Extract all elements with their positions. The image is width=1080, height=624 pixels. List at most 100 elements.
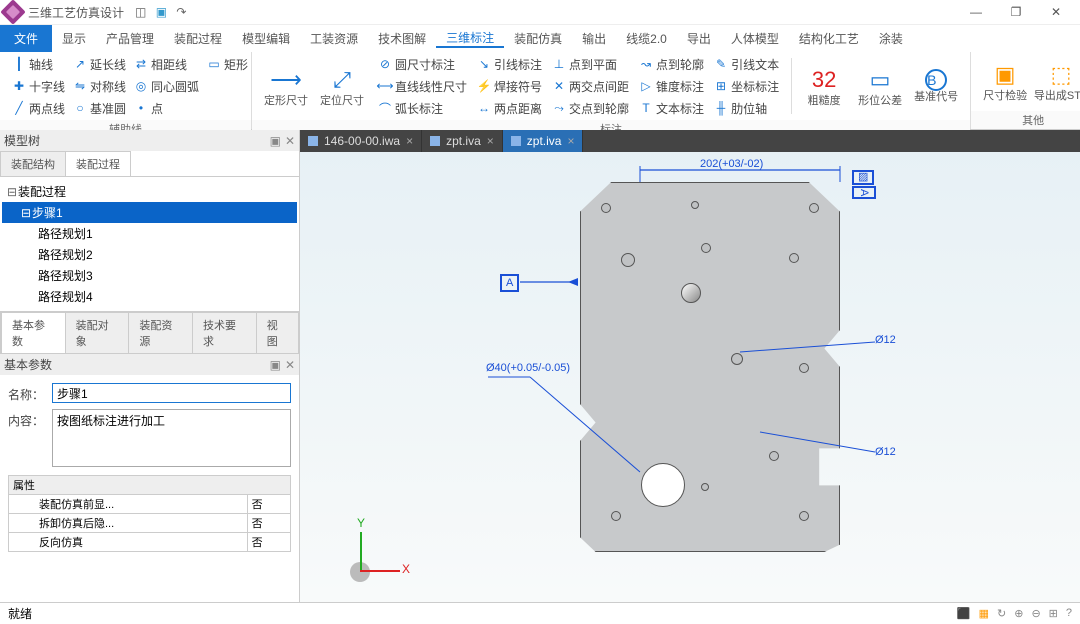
- sidebar: 模型树 ▣✕ 装配结构 装配过程 ⊟装配过程 ⊟步骤1 路径规划1 路径规划2 …: [0, 130, 300, 602]
- quick-access[interactable]: ◫ ▣ ↷: [132, 5, 189, 19]
- big-roughness[interactable]: 32粗糙度: [796, 65, 852, 107]
- close-tab-icon[interactable]: ×: [487, 134, 494, 148]
- menu-item-active[interactable]: 三维标注: [436, 29, 504, 48]
- aux-rect[interactable]: ▭矩形: [207, 54, 248, 74]
- status-icon[interactable]: ?: [1066, 607, 1072, 620]
- anno-leadertext[interactable]: ✎引线文本: [714, 54, 779, 74]
- anno-intercontour[interactable]: ⤳交点到轮廓: [552, 98, 629, 118]
- anno-taper[interactable]: ▷锥度标注: [639, 76, 704, 96]
- menu-item[interactable]: 模型编辑: [232, 30, 300, 47]
- big-export-stp[interactable]: ⬚导出成STP: [1033, 60, 1080, 102]
- chart-icon[interactable]: ◫: [135, 5, 146, 19]
- menu-item[interactable]: 导出: [677, 30, 721, 47]
- model-tree[interactable]: ⊟装配过程 ⊟步骤1 路径规划1 路径规划2 路径规划3 路径规划4: [0, 177, 299, 311]
- aux-symmetry[interactable]: ⇋对称线: [73, 76, 126, 96]
- menu-item[interactable]: 产品管理: [96, 30, 164, 47]
- datum-left: A: [500, 274, 519, 292]
- anno-text[interactable]: T文本标注: [639, 98, 704, 118]
- aux-extend[interactable]: ↗延长线: [73, 54, 126, 74]
- datum-right: A: [852, 186, 876, 199]
- part-plate[interactable]: [580, 182, 840, 552]
- big-tolerance[interactable]: ▭形位公差: [852, 65, 908, 107]
- redo-icon[interactable]: ↷: [176, 5, 186, 19]
- window-close[interactable]: ✕: [1036, 0, 1076, 24]
- tree-path[interactable]: 路径规划2: [38, 246, 93, 263]
- aux-basecircle[interactable]: ○基准圆: [73, 98, 126, 118]
- status-icon[interactable]: ⬛: [957, 607, 971, 620]
- status-icons[interactable]: ⬛ ▦ ↻ ⊕ ⊖ ⊞ ?: [957, 607, 1072, 620]
- app-logo: [0, 0, 25, 25]
- anno-leader[interactable]: ↘引线标注: [477, 54, 542, 74]
- aux-axis[interactable]: ┃轴线: [12, 54, 65, 74]
- status-icon[interactable]: ⊞: [1049, 607, 1058, 620]
- viewport[interactable]: 146-00-00.iwa× zpt.iva× zpt.iva×: [300, 130, 1080, 602]
- close-panel-icon[interactable]: ✕: [285, 134, 295, 148]
- aux-twopoint[interactable]: ╱两点线: [12, 98, 65, 118]
- big-form-dim[interactable]: ⟶定形尺寸: [258, 65, 314, 107]
- tree-step[interactable]: 步骤1: [32, 204, 63, 221]
- aux-cross[interactable]: ✚十字线: [12, 76, 65, 96]
- doctab-active[interactable]: zpt.iva×: [503, 130, 584, 152]
- anno-circle[interactable]: ⊘圆尺寸标注: [378, 54, 467, 74]
- big-locate-dim[interactable]: ⤢定位尺寸: [314, 65, 370, 107]
- doctab[interactable]: 146-00-00.iwa×: [300, 130, 422, 152]
- app-title: 三维工艺仿真设计: [28, 4, 124, 21]
- label-content: 内容：: [8, 409, 52, 429]
- menu-item[interactable]: 装配仿真: [504, 30, 572, 47]
- anno-ptcontour[interactable]: ↝点到轮廓: [639, 54, 704, 74]
- status-icon[interactable]: ▦: [979, 607, 989, 620]
- pin-icon[interactable]: ▣: [270, 134, 281, 148]
- pin-icon[interactable]: ▣: [270, 358, 281, 372]
- big-datum[interactable]: B基准代号: [908, 69, 964, 103]
- anno-arc[interactable]: ⌒弧长标注: [378, 98, 467, 118]
- status-icon[interactable]: ⊖: [1031, 607, 1040, 620]
- menu-item[interactable]: 显示: [52, 30, 96, 47]
- tab-tech-req[interactable]: 技术要求: [192, 312, 257, 353]
- menu-file[interactable]: 文件: [0, 25, 52, 52]
- menu-item[interactable]: 人体模型: [721, 30, 789, 47]
- dim-phi40: Ø40(+0.05/-0.05): [486, 362, 570, 374]
- tab-assembly-obj[interactable]: 装配对象: [65, 312, 130, 353]
- status-icon[interactable]: ↻: [997, 607, 1006, 620]
- cube-icon: [308, 136, 318, 146]
- menu-item[interactable]: 工装资源: [300, 30, 368, 47]
- window-minimize[interactable]: —: [956, 0, 996, 24]
- menu-item[interactable]: 输出: [572, 30, 616, 47]
- save-icon[interactable]: ▣: [156, 5, 167, 19]
- anno-rib[interactable]: ╫肋位轴: [714, 98, 779, 118]
- menu-item[interactable]: 涂装: [869, 30, 913, 47]
- close-panel-icon[interactable]: ✕: [285, 358, 295, 372]
- anno-twointersect[interactable]: ✕两交点间距: [552, 76, 629, 96]
- menu-item[interactable]: 装配过程: [164, 30, 232, 47]
- anno-linear[interactable]: ⟷直线线性尺寸: [378, 76, 467, 96]
- menu-item[interactable]: 结构化工艺: [789, 30, 869, 47]
- tree-root[interactable]: 装配过程: [18, 183, 66, 200]
- tab-view[interactable]: 视图: [256, 312, 299, 353]
- tree-path[interactable]: 路径规划3: [38, 267, 93, 284]
- panel-model-tree: 模型树 ▣✕: [0, 130, 299, 151]
- tree-path[interactable]: 路径规划1: [38, 225, 93, 242]
- tab-basic-param[interactable]: 基本参数: [1, 312, 66, 353]
- close-tab-icon[interactable]: ×: [567, 134, 574, 148]
- doctab[interactable]: zpt.iva×: [422, 130, 503, 152]
- textarea-content[interactable]: [52, 409, 291, 467]
- close-tab-icon[interactable]: ×: [406, 134, 413, 148]
- input-name[interactable]: [52, 383, 291, 403]
- big-inspect[interactable]: ▣尺寸检验: [977, 60, 1033, 102]
- aux-concentric[interactable]: ◎同心圆弧: [134, 76, 199, 96]
- menu-item[interactable]: 技术图解: [368, 30, 436, 47]
- label-name: 名称：: [8, 383, 52, 403]
- aux-point[interactable]: •点: [134, 98, 199, 118]
- window-maximize[interactable]: ❐: [996, 0, 1036, 24]
- tab-assembly-structure[interactable]: 装配结构: [0, 151, 66, 176]
- anno-coord[interactable]: ⊞坐标标注: [714, 76, 779, 96]
- anno-pttoplane[interactable]: ⊥点到平面: [552, 54, 629, 74]
- tab-assembly-res[interactable]: 装配资源: [128, 312, 193, 353]
- tab-assembly-process[interactable]: 装配过程: [65, 151, 131, 176]
- anno-weld[interactable]: ⚡焊接符号: [477, 76, 542, 96]
- aux-distance[interactable]: ⇄相距线: [134, 54, 199, 74]
- menu-item[interactable]: 线缆2.0: [616, 30, 677, 47]
- status-icon[interactable]: ⊕: [1014, 607, 1023, 620]
- tree-path[interactable]: 路径规划4: [38, 288, 93, 305]
- anno-twopoint[interactable]: ↔两点距离: [477, 98, 542, 118]
